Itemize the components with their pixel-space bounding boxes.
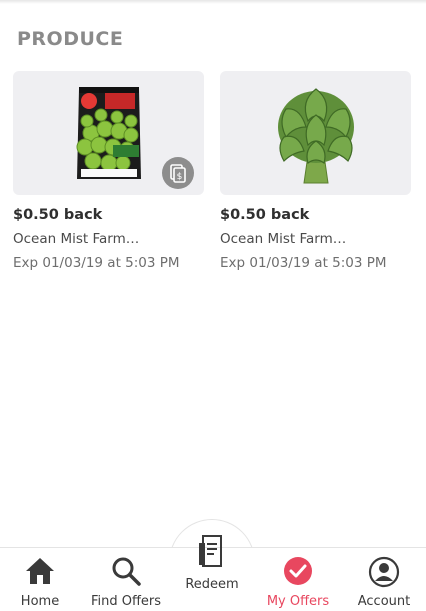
receipt-icon — [197, 535, 227, 573]
offer-expiration: Exp 01/03/19 at 5:03 PM — [13, 255, 180, 271]
offer-image-container: $ — [13, 71, 204, 195]
offer-card-brussels-sprouts[interactable]: $ $0.50 back Ocean Mist Farm… Exp 01/03/… — [13, 71, 204, 271]
tab-redeem-label[interactable]: Redeem — [169, 577, 255, 592]
tab-my-offers-label: My Offers — [266, 594, 330, 609]
offer-card-artichoke[interactable]: $0.50 back Ocean Mist Farm… Exp 01/03/19… — [220, 71, 411, 271]
tab-account-label: Account — [357, 594, 411, 609]
tab-home-label: Home — [20, 594, 60, 609]
offer-image-container — [220, 71, 411, 195]
search-icon — [111, 556, 141, 590]
tab-home[interactable]: Home — [0, 548, 80, 611]
offer-product-name: Ocean Mist Farm… — [13, 231, 140, 247]
svg-text:$: $ — [177, 172, 183, 182]
home-icon — [24, 556, 56, 590]
offer-amount: $0.50 back — [13, 207, 103, 223]
offer-product-name: Ocean Mist Farm… — [220, 231, 347, 247]
offer-expiration: Exp 01/03/19 at 5:03 PM — [220, 255, 387, 271]
tab-find-offers[interactable]: Find Offers — [84, 548, 168, 611]
account-icon — [368, 556, 400, 592]
tab-my-offers[interactable]: My Offers — [258, 548, 338, 611]
top-shadow — [0, 0, 426, 4]
tab-account[interactable]: Account — [344, 548, 424, 611]
offer-amount: $0.50 back — [220, 207, 310, 223]
check-circle-icon — [283, 556, 313, 590]
stack-offers-icon: $ — [162, 157, 194, 189]
artichoke-image — [278, 88, 354, 184]
section-title: PRODUCE — [17, 28, 124, 50]
tab-find-offers-label: Find Offers — [90, 594, 162, 609]
